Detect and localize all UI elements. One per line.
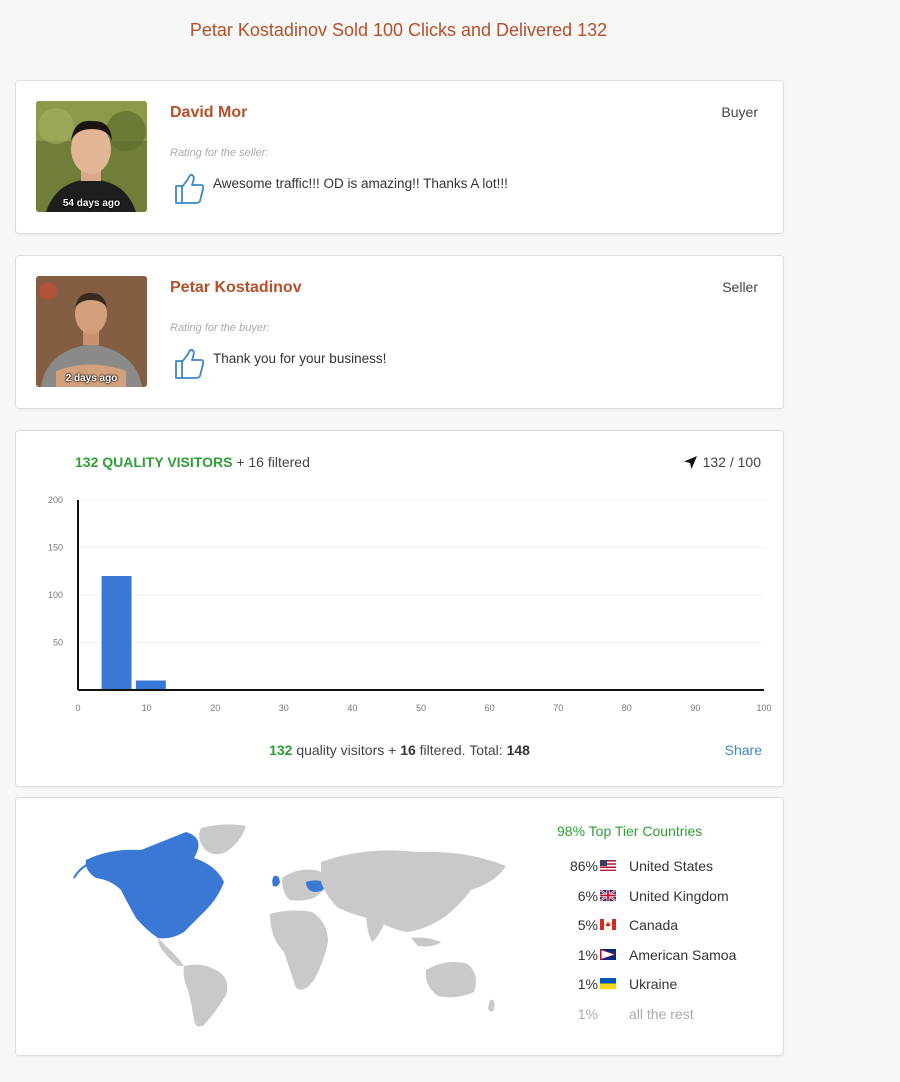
map-central-america [158, 938, 184, 966]
us-flag-icon [600, 860, 616, 871]
rating-label: Rating for the buyer: [170, 322, 270, 334]
country-percent: 1% [577, 1005, 598, 1022]
x-tick-label: 50 [416, 703, 426, 713]
thumbs-up-icon [175, 348, 205, 379]
visitors-summary: 132 quality visitors + 16 filtered. Tota… [16, 742, 783, 758]
map-new-zealand [488, 999, 495, 1012]
country-percent: 86% [569, 858, 598, 874]
visitors-headline: 132 QUALITY VISITORS + 16 filtered [75, 454, 310, 470]
country-name: United Kingdom [629, 887, 729, 904]
chart-bar [101, 576, 132, 690]
country-percent: 1% [577, 976, 598, 992]
x-tick-label: 20 [210, 703, 220, 713]
thumbs-up-icon [175, 173, 205, 204]
x-tick-label: 10 [142, 703, 152, 713]
map-greenland [199, 824, 246, 855]
country-row-rest: 1% all the rest [543, 1006, 783, 1036]
country-percent: 1% [577, 946, 598, 963]
ukraine-flag-icon [600, 978, 616, 989]
reviewer-role: Buyer [721, 104, 758, 120]
visitors-bar-chart: 50 100 150 200 0 10 20 30 40 50 60 70 80 90 100 [48, 495, 772, 713]
country-name: all the rest [629, 1005, 694, 1022]
map-asia [321, 850, 506, 932]
country-name: United States [629, 858, 714, 874]
y-tick-label: 200 [48, 495, 63, 505]
country-percent: 6% [577, 887, 598, 904]
chart-bar [135, 680, 166, 690]
filtered-label: + 16 filtered [236, 454, 310, 470]
geo-card: 98% Top Tier Countries 86% United States… [15, 797, 784, 1056]
share-link[interactable]: Share [725, 742, 762, 758]
x-tick-label: 70 [553, 703, 563, 713]
map-south-america [183, 964, 228, 1027]
y-tick-label: 150 [48, 543, 63, 553]
country-row: 86% United States [543, 858, 783, 888]
location-arrow-icon [683, 456, 697, 469]
summary-filtered-count: 16 [400, 742, 416, 758]
x-tick-label: 30 [279, 703, 289, 713]
reviewer-name[interactable]: David Mor [170, 104, 247, 122]
visitors-chart-card: 132 QUALITY VISITORS + 16 filtered 132 /… [15, 430, 784, 787]
map-australia [425, 962, 476, 998]
review-card-seller: 2 days ago Petar Kostadinov Seller Ratin… [15, 255, 784, 409]
map-north-america [85, 832, 224, 939]
quality-visitors-label: 132 QUALITY VISITORS [75, 454, 233, 470]
country-name: Ukraine [629, 976, 678, 992]
map-africa [270, 910, 328, 990]
y-tick-label: 50 [53, 638, 63, 648]
map-indonesia [411, 937, 441, 947]
review-card-buyer: 54 days ago David Mor Buyer Rating for t… [15, 80, 784, 234]
country-list: 86% United States 6% United Kingdom 5% C… [543, 858, 783, 1035]
american-samoa-flag-icon [600, 948, 616, 960]
canada-flag-icon [600, 919, 616, 930]
goal-value: 132 / 100 [702, 454, 761, 470]
review-time: 2 days ago [65, 373, 118, 384]
avatar[interactable]: 54 days ago [36, 101, 147, 212]
review-text: Thank you for your business! [213, 351, 387, 366]
reviewer-name[interactable]: Petar Kostadinov [170, 279, 302, 297]
review-text: Awesome traffic!!! OD is amazing!! Thank… [213, 176, 508, 191]
delivery-goal: 132 / 100 [683, 454, 761, 470]
summary-quality-count: 132 [269, 742, 293, 758]
country-row: 5% Canada [543, 917, 783, 947]
x-tick-label: 40 [347, 703, 357, 713]
map-uk [272, 875, 280, 887]
country-name: American Samoa [629, 946, 737, 963]
country-percent: 5% [577, 917, 598, 933]
country-name: Canada [629, 917, 679, 933]
x-tick-label: 0 [75, 703, 80, 713]
x-tick-label: 80 [622, 703, 632, 713]
summary-total-count: 148 [506, 742, 530, 758]
uk-flag-icon [600, 889, 616, 901]
country-row: 6% United Kingdom [543, 888, 783, 918]
x-tick-label: 60 [485, 703, 495, 713]
y-tick-label: 100 [48, 590, 63, 600]
summary-text-total: filtered. Total: [419, 742, 503, 758]
world-map [73, 824, 506, 1027]
x-tick-label: 100 [756, 703, 771, 713]
country-row: 1% American Samoa [543, 947, 783, 977]
page-title: Petar Kostadinov Sold 100 Clicks and Del… [189, 20, 608, 40]
country-row: 1% Ukraine [543, 976, 783, 1006]
top-tier-label: 98% Top Tier Countries [557, 823, 703, 839]
map-aleutians [73, 863, 89, 879]
reviewer-role: Seller [722, 279, 758, 295]
summary-text-quality: quality visitors + [296, 742, 397, 758]
review-time: 54 days ago [62, 198, 121, 209]
x-tick-label: 90 [690, 703, 700, 713]
avatar[interactable]: 2 days ago [36, 276, 147, 387]
rating-label: Rating for the seller: [170, 147, 269, 159]
